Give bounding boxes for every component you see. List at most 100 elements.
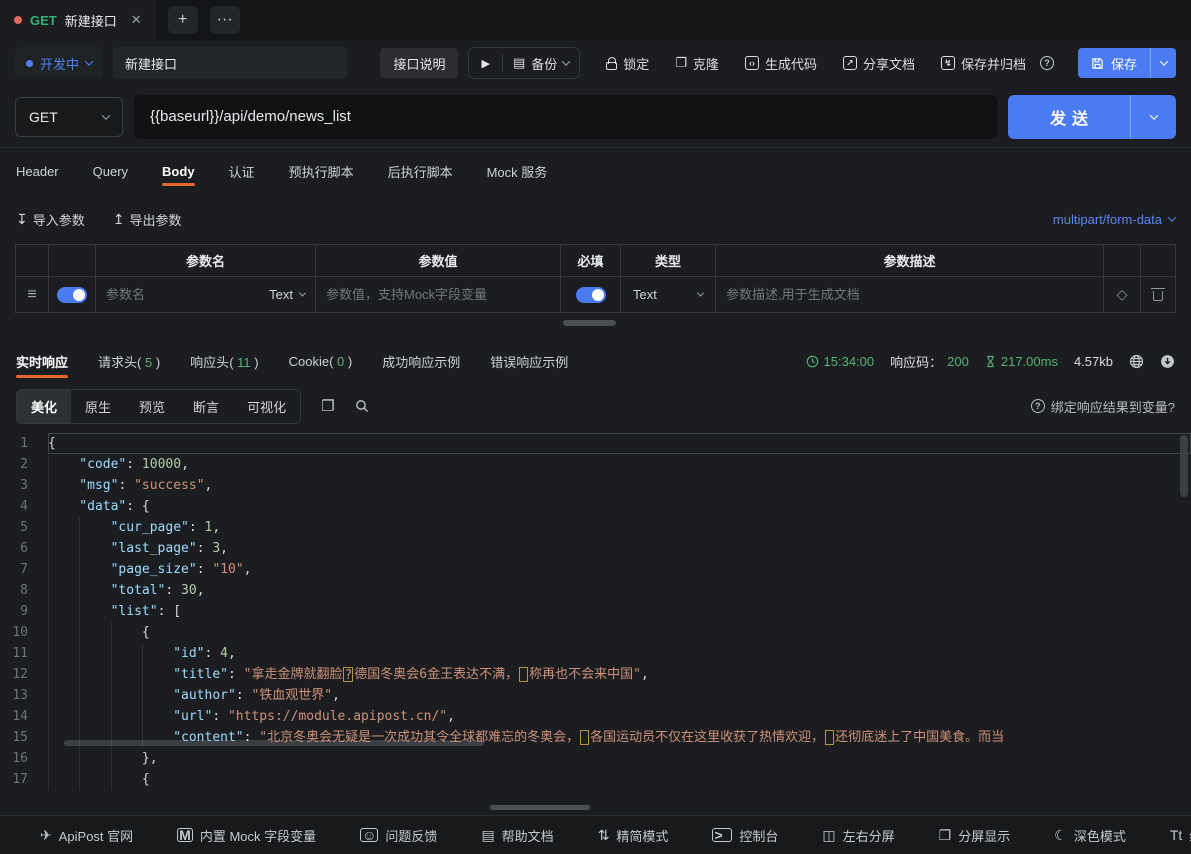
- send-dropdown-button[interactable]: [1130, 94, 1176, 139]
- statusbar-item-5[interactable]: >_ 控制台: [712, 826, 778, 845]
- response-tab-4[interactable]: 成功响应示例: [382, 338, 460, 385]
- method-select[interactable]: GET: [15, 96, 123, 137]
- splitter-handle[interactable]: [563, 320, 616, 326]
- param-table-header: 参数名 参数值 必填 类型 参数描述: [16, 245, 1175, 277]
- network-button[interactable]: [1129, 354, 1144, 369]
- editor-splitter[interactable]: [0, 802, 1191, 815]
- indent-guide: [79, 727, 110, 748]
- lock-button[interactable]: 锁定: [606, 54, 649, 73]
- search-icon: [355, 400, 368, 413]
- request-tab-3[interactable]: 认证: [229, 148, 255, 195]
- run-button[interactable]: ▶: [469, 57, 501, 70]
- archive-icon: ↯: [940, 56, 955, 70]
- clone-button[interactable]: ❐ 克隆: [675, 54, 719, 73]
- token: :: [126, 457, 142, 472]
- chevron-down-icon: [84, 57, 94, 66]
- token: ,: [243, 562, 252, 577]
- view-tab-1[interactable]: 原生: [71, 390, 125, 423]
- view-tab-2[interactable]: 预览: [125, 390, 179, 423]
- request-tab-1[interactable]: Query: [93, 150, 128, 193]
- indent-guide: [141, 727, 173, 748]
- code-line: 6 "last_page": 3,: [0, 538, 1191, 559]
- code-line: 14 "url": "https://module.apipost.cn/",: [0, 706, 1191, 727]
- new-tab-button[interactable]: +: [167, 6, 198, 34]
- document-tab[interactable]: GET 新建接口 ✕: [0, 0, 156, 40]
- bind-result-hint[interactable]: ? 绑定响应结果到变量?: [1030, 397, 1175, 416]
- api-status-select[interactable]: 开发中: [15, 47, 104, 79]
- response-tab-3[interactable]: Cookie( 0 ): [289, 340, 353, 383]
- statusbar-item-3[interactable]: ▤ 帮助文档: [481, 826, 553, 845]
- mock-cube-icon[interactable]: ◇: [1117, 286, 1128, 303]
- save-dropdown-button[interactable]: [1150, 48, 1176, 78]
- row-drag-cell[interactable]: ≡: [16, 277, 49, 313]
- request-tab-4[interactable]: 预执行脚本: [289, 148, 354, 195]
- send-button[interactable]: 发送: [1008, 94, 1130, 139]
- api-name-input[interactable]: [125, 55, 336, 71]
- api-doc-button[interactable]: 接口说明: [380, 48, 459, 78]
- url-input[interactable]: [150, 108, 981, 125]
- close-tab-icon[interactable]: ✕: [131, 12, 142, 28]
- api-name-field[interactable]: [113, 47, 348, 79]
- token: "铁血观世界": [251, 688, 333, 703]
- response-tab-1[interactable]: 请求头( 5 ): [98, 338, 160, 385]
- param-value-input[interactable]: [326, 287, 550, 302]
- indent-guide: [79, 580, 110, 601]
- token: :: [188, 520, 205, 535]
- trash-icon[interactable]: [1151, 288, 1165, 301]
- tab-more-button[interactable]: ···: [209, 6, 240, 34]
- hourglass-icon: [987, 355, 994, 367]
- chevron-down-icon: [696, 289, 705, 297]
- line-number: 4: [20, 499, 28, 514]
- content-type-select[interactable]: multipart/form-data: [1053, 212, 1177, 227]
- unsaved-dot-icon: [14, 16, 22, 24]
- view-tab-0[interactable]: 美化: [17, 389, 72, 423]
- statusbar-item-9[interactable]: Tt缩放: [1170, 826, 1191, 845]
- param-name-type-select[interactable]: Text: [269, 287, 307, 302]
- splitter-handle[interactable]: [490, 805, 590, 810]
- param-desc-input[interactable]: [726, 287, 1093, 302]
- url-field[interactable]: [134, 94, 997, 139]
- backup-button[interactable]: ▤ 备份: [503, 48, 579, 78]
- param-type-select[interactable]: Text: [633, 287, 705, 302]
- response-tab-0[interactable]: 实时响应: [16, 338, 69, 385]
- request-tab-5[interactable]: 后执行脚本: [388, 148, 453, 195]
- search-response-button[interactable]: [355, 399, 369, 413]
- token: ,: [640, 667, 649, 682]
- api-toolbar: 开发中 接口说明 ▶ ▤ 备份 锁定 ❐ 克隆 ‹› 生成代码 ↗ 分享文档 ↯…: [0, 40, 1191, 86]
- statusbar-item-1[interactable]: M 内置 Mock 字段变量: [177, 826, 316, 845]
- view-tab-4[interactable]: 可视化: [233, 390, 300, 423]
- required-toggle[interactable]: [575, 286, 606, 303]
- request-tab-2[interactable]: Body: [162, 150, 195, 193]
- statusbar-item-0[interactable]: ✈ ApiPost 官网: [40, 826, 133, 845]
- request-tab-6[interactable]: Mock 服务: [487, 148, 548, 195]
- statusbar-item-4[interactable]: ⇅ 精简模式: [598, 826, 669, 845]
- statusbar-item-2[interactable]: ☺ 问题反馈: [360, 826, 437, 845]
- response-tab-2[interactable]: 响应头( 11 ): [190, 338, 258, 385]
- view-tab-3[interactable]: 断言: [179, 390, 233, 423]
- method-value: GET: [29, 108, 58, 125]
- request-tab-0[interactable]: Header: [16, 150, 59, 193]
- download-circle-icon: [1161, 354, 1174, 368]
- line-content: "author": "铁血观世界",: [48, 685, 1191, 706]
- share-doc-button[interactable]: ↗ 分享文档: [842, 54, 915, 73]
- export-params-button[interactable]: ↥ 导出参数: [113, 210, 182, 229]
- generate-code-button[interactable]: ‹› 生成代码: [744, 54, 817, 73]
- response-editor[interactable]: 1{2 "code": 10000, 3 "msg": "success", 4 "dat…: [0, 427, 1191, 802]
- response-tab-5[interactable]: 错误响应示例: [490, 338, 568, 385]
- copy-response-button[interactable]: ❐: [321, 397, 334, 415]
- drag-handle-icon[interactable]: ≡: [27, 286, 36, 304]
- globe-icon: [1129, 354, 1144, 368]
- status-code-label: 响应码：: [890, 354, 943, 370]
- help-circle-icon[interactable]: ?: [1039, 56, 1054, 70]
- save-button[interactable]: 保存: [1077, 48, 1150, 78]
- statusbar-item-7[interactable]: ❐ 分屏显示: [939, 826, 1011, 845]
- enable-toggle[interactable]: [57, 286, 87, 303]
- save-archive-button[interactable]: ↯ 保存并归档: [940, 54, 1026, 73]
- download-response-button[interactable]: [1160, 354, 1175, 369]
- import-params-button[interactable]: ↧ 导入参数: [16, 210, 85, 229]
- indent-guide: [48, 706, 79, 727]
- statusbar-item-6[interactable]: ◫ 左右分屏: [822, 826, 894, 845]
- panel-splitter[interactable]: [0, 313, 1191, 337]
- param-name-input[interactable]: [106, 287, 262, 302]
- statusbar-item-8[interactable]: ☾ 深色模式: [1054, 826, 1126, 845]
